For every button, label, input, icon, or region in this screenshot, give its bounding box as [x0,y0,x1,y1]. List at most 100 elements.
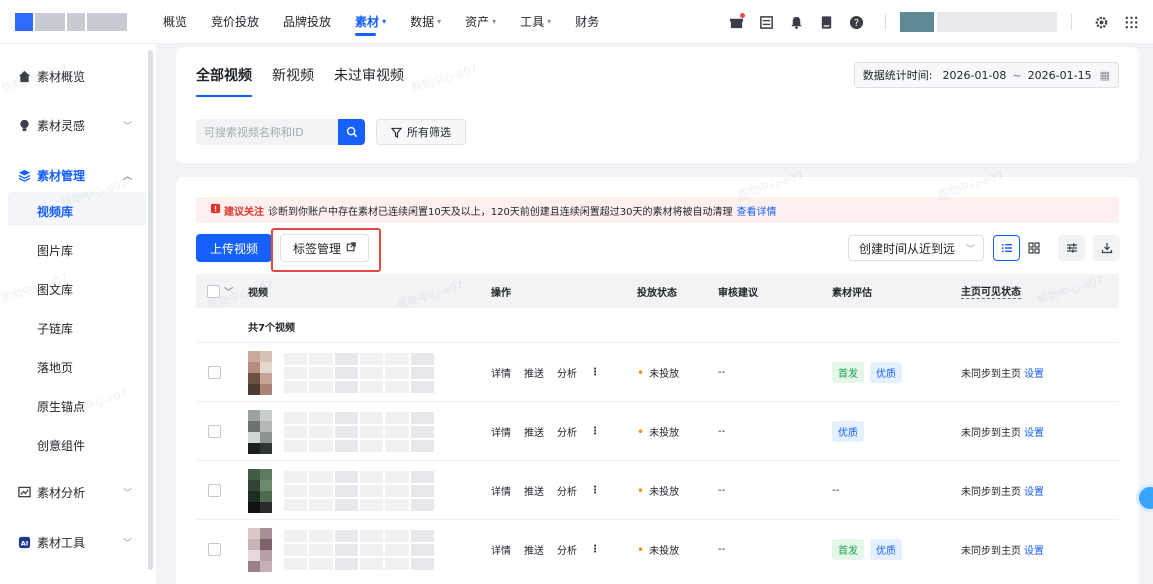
detail-link[interactable]: 详情 [491,483,511,498]
nav-item-3[interactable]: 素材 ▾ [343,0,398,44]
search-icon [346,126,357,138]
home-icon [18,70,31,83]
analyze-link[interactable]: 分析 [557,424,577,439]
sidebar: 素材概览 素材灵感 ﹀ 素材管理 ︿ 视频库图片库图文库子链库落地页原生锚点创意… [0,44,156,584]
sidebar-group-label: 素材管理 [37,169,86,183]
apps-grid-icon[interactable] [1123,14,1139,30]
video-tabs: 全部视频 新视频 未过审视频 [196,65,404,97]
nav-item-2[interactable]: 品牌投放 [271,0,343,44]
table-row[interactable]: 详情 推送 分析 ⋮ • 未投放 -- 优质 未同步到主页 设置 [196,401,1119,460]
grid-view-button[interactable] [1020,235,1047,261]
all-filters-button[interactable]: 所有筛选 [376,119,466,145]
sidebar-group-manage[interactable]: 素材管理 ︿ [18,167,132,184]
table-row[interactable]: 详情 推送 分析 ⋮ • 未投放 -- 首发 优质 未同步到主页 设置 [196,342,1119,401]
table-row[interactable]: 详情 推送 分析 ⋮ • 未投放 -- -- 未同步到主页 设置 [196,460,1119,519]
date-range-picker[interactable]: 数据统计时间: 2026-01-08 ~ 2026-01-15 ▦ [853,62,1119,88]
nav-item-1[interactable]: 竞价投放 [199,0,271,44]
row-checkbox[interactable] [208,543,221,556]
row-checkbox[interactable] [208,425,221,438]
sidebar-item-0[interactable]: 视频库 [37,203,73,220]
detail-link[interactable]: 详情 [491,424,511,439]
sort-select[interactable]: 创建时间从近到远 ﹀ [848,235,984,261]
notice-text: 诊断到你账户中存在素材已连续闲置10天及以上，120天前创建且连续闲置超过30天… [268,206,733,218]
more-actions-icon[interactable]: ⋮ [590,485,600,496]
sidebar-item-1[interactable]: 图片库 [37,242,73,259]
gift-icon[interactable] [728,13,745,30]
status-dot: • [637,365,645,380]
sidebar-item-5[interactable]: 原生锚点 [37,398,85,415]
help-icon[interactable]: ? [848,14,864,30]
eval-badge: 优质 [870,362,902,383]
video-thumbnail[interactable] [248,409,272,454]
search-button[interactable] [338,119,365,145]
sidebar-group-analysis[interactable]: 素材分析 ﹀ [18,484,132,501]
notice-title: 建议关注 [224,206,264,218]
analyze-link[interactable]: 分析 [557,542,577,557]
visible-settings-link[interactable]: 设置 [1024,542,1044,557]
nav-item-6[interactable]: 工具 ▾ [508,0,563,44]
sidebar-item-4[interactable]: 落地页 [37,359,73,376]
sidebar-item-6[interactable]: 创意组件 [37,437,85,454]
more-actions-icon[interactable]: ⋮ [590,544,600,555]
video-thumbnail[interactable] [248,350,272,395]
nav-item-label: 资产 [465,15,490,29]
tab-rejected-videos[interactable]: 未过审视频 [334,65,404,97]
nav-item-5[interactable]: 资产 ▾ [453,0,508,44]
video-name-blurred [284,470,434,511]
tab-new-videos[interactable]: 新视频 [272,65,314,97]
list-view-icon [1001,244,1012,253]
row-checkbox[interactable] [208,484,221,497]
nav-item-4[interactable]: 数据 ▾ [398,0,453,44]
visible-settings-link[interactable]: 设置 [1024,424,1044,439]
sidebar-scrollbar[interactable] [148,50,153,570]
sidebar-group-inspiration[interactable]: 素材灵感 ﹀ [18,117,132,134]
sidebar-item-3[interactable]: 子链库 [37,320,73,337]
push-link[interactable]: 推送 [524,424,544,439]
visible-settings-link[interactable]: 设置 [1024,483,1044,498]
search-input[interactable] [196,119,338,145]
lightbulb-icon [18,119,31,132]
sidebar-group-overview[interactable]: 素材概览 [18,68,128,85]
nav-item-7[interactable]: 财务 [563,0,611,44]
sidebar-group-tools[interactable]: AI 素材工具 ﹀ [18,534,132,551]
account-switcher[interactable] [900,12,1057,32]
sidebar-item-2[interactable]: 图文库 [37,281,73,298]
more-actions-icon[interactable]: ⋮ [590,367,600,378]
layers-icon [18,169,31,182]
filter-panel: 全部视频 新视频 未过审视频 数据统计时间: 2026-01-08 ~ 2026… [176,47,1139,163]
more-actions-icon[interactable]: ⋮ [590,426,600,437]
document-icon[interactable] [818,14,834,30]
row-checkbox[interactable] [208,366,221,379]
detail-link[interactable]: 详情 [491,365,511,380]
video-thumbnail[interactable] [248,527,272,572]
list-view-button[interactable] [993,235,1020,261]
nav-item-label: 财务 [575,15,600,29]
bell-icon[interactable] [788,14,804,30]
visible-settings-link[interactable]: 设置 [1024,365,1044,380]
status-dot: • [637,424,645,439]
push-link[interactable]: 推送 [524,365,544,380]
column-settings-button[interactable] [1058,235,1085,261]
nav-item-0[interactable]: 概览 [151,0,199,44]
video-thumbnail[interactable] [248,468,272,513]
table-row[interactable]: 详情 推送 分析 ⋮ • 未投放 -- 首发 优质 未同步到主页 设置 [196,519,1119,578]
brand-logo[interactable] [15,12,131,31]
settings-icon[interactable] [1093,14,1109,30]
detail-link[interactable]: 详情 [491,542,511,557]
date-end: 2026-01-15 [1027,68,1092,82]
chevron-down-icon: ﹀ [965,244,975,255]
caret-down-icon: ▾ [437,17,442,26]
tab-all-videos[interactable]: 全部视频 [196,65,252,97]
download-button[interactable] [1093,235,1120,261]
push-link[interactable]: 推送 [524,483,544,498]
video-name-blurred [284,529,434,570]
analyze-link[interactable]: 分析 [557,483,577,498]
select-all-checkbox[interactable]: ﹀ [207,274,233,308]
list-icon[interactable] [758,14,774,30]
push-link[interactable]: 推送 [524,542,544,557]
nav-item-label: 工具 [520,15,545,29]
analyze-link[interactable]: 分析 [557,365,577,380]
upload-video-button[interactable]: 上传视频 [196,234,273,262]
status-text: 未投放 [649,546,680,557]
notice-details-link[interactable]: 查看详情 [737,203,777,218]
